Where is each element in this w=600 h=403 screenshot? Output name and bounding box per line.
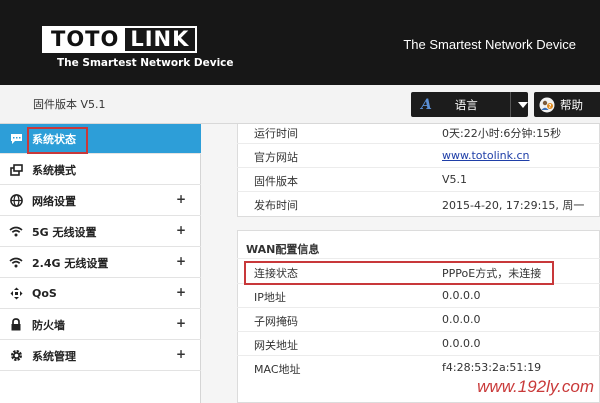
sidebar-item-qos[interactable]: QoS + bbox=[0, 279, 201, 309]
sidebar-item-label: 系统管理 bbox=[32, 349, 76, 363]
sidebar-item-2g-wireless[interactable]: 2.4G 无线设置 + bbox=[0, 248, 201, 278]
sidebar-item-network[interactable]: 网络设置 + bbox=[0, 186, 201, 216]
info-label: 运行时间 bbox=[254, 127, 298, 140]
totolink-logo[interactable]: TOTO LINK bbox=[42, 26, 198, 53]
official-website-link[interactable]: www.totolink.cn bbox=[442, 149, 530, 162]
sidebar-item-system-mode[interactable]: 系统模式 bbox=[0, 155, 201, 185]
sidebar-item-label: 5G 无线设置 bbox=[32, 225, 97, 239]
expand-plus-icon[interactable]: + bbox=[176, 285, 186, 299]
wan-value: 0.0.0.0 bbox=[442, 337, 481, 350]
row-divider bbox=[237, 167, 600, 168]
wan-value: f4:28:53:2a:51:19 bbox=[442, 361, 542, 374]
info-label: 官方网站 bbox=[254, 151, 298, 164]
wifi-icon bbox=[9, 225, 23, 239]
language-dropdown[interactable]: A 语言 bbox=[411, 92, 528, 117]
wan-label: 子网掩码 bbox=[254, 315, 298, 328]
row-divider bbox=[237, 331, 600, 332]
info-value: 0天:22小时:6分钟:15秒 bbox=[442, 127, 562, 140]
sidebar-item-label: 网络设置 bbox=[32, 194, 76, 208]
row-divider bbox=[237, 258, 600, 259]
windows-icon bbox=[9, 163, 23, 177]
sidebar-item-system-admin[interactable]: 系统管理 + bbox=[0, 341, 201, 371]
wan-info-title: WAN配置信息 bbox=[246, 243, 320, 256]
info-label: 发布时间 bbox=[254, 199, 298, 212]
highlight-box-connection-status bbox=[244, 261, 554, 285]
info-value: V5.1 bbox=[442, 173, 468, 186]
logo-text-left: TOTO bbox=[44, 28, 126, 51]
logo-text-right: LINK bbox=[130, 27, 190, 51]
firmware-version: 固件版本 V5.1 bbox=[33, 98, 106, 111]
wan-label: MAC地址 bbox=[254, 363, 301, 376]
help-user-icon: ? bbox=[539, 97, 555, 112]
expand-plus-icon[interactable]: + bbox=[176, 192, 186, 206]
row-divider bbox=[237, 143, 600, 144]
sidebar-nav: 系统状态 系统模式 网络设置 + 5G 无线设置 + 2.4G 无线设置 + Q… bbox=[0, 124, 201, 403]
watermark-text: www.192ly.com bbox=[477, 377, 594, 396]
wan-value: 0.0.0.0 bbox=[442, 313, 481, 326]
language-label: 语言 bbox=[454, 97, 478, 112]
help-label: 帮助 bbox=[560, 97, 583, 112]
globe-icon bbox=[9, 194, 23, 208]
wan-label: IP地址 bbox=[254, 291, 286, 304]
sidebar-item-firewall[interactable]: 防火墙 + bbox=[0, 310, 201, 340]
sidebar-item-5g-wireless[interactable]: 5G 无线设置 + bbox=[0, 217, 201, 247]
lock-icon bbox=[9, 318, 23, 332]
wifi-icon bbox=[9, 256, 23, 270]
expand-plus-icon[interactable]: + bbox=[176, 223, 186, 237]
svg-text:?: ? bbox=[549, 104, 552, 110]
chevron-down-icon[interactable] bbox=[518, 101, 528, 108]
help-button[interactable]: ? 帮助 bbox=[534, 92, 600, 117]
expand-plus-icon[interactable]: + bbox=[176, 254, 186, 268]
header-bar: TOTO LINK The Smartest Network Device Th… bbox=[0, 0, 600, 85]
row-divider bbox=[237, 355, 600, 356]
sidebar-item-label: 防火墙 bbox=[32, 318, 65, 332]
wan-label: 网关地址 bbox=[254, 339, 298, 352]
gear-icon bbox=[9, 349, 23, 363]
wan-value: 0.0.0.0 bbox=[442, 289, 481, 302]
highlight-box-system-status bbox=[27, 127, 88, 154]
language-icon: A bbox=[421, 96, 432, 113]
expand-plus-icon[interactable]: + bbox=[176, 347, 186, 361]
row-divider bbox=[237, 191, 600, 192]
info-label: 固件版本 bbox=[254, 175, 298, 188]
sidebar-item-label: QoS bbox=[32, 287, 57, 300]
info-value: 2015-4-20, 17:29:15, 周一 bbox=[442, 199, 585, 212]
arrows-icon bbox=[9, 287, 23, 301]
chat-icon bbox=[9, 132, 23, 146]
expand-plus-icon[interactable]: + bbox=[176, 316, 186, 330]
dropdown-divider bbox=[510, 92, 511, 117]
sidebar-item-label: 系统模式 bbox=[32, 163, 76, 177]
header-tagline: The Smartest Network Device bbox=[403, 37, 576, 52]
row-divider bbox=[237, 307, 600, 308]
logo-tagline: The Smartest Network Device bbox=[57, 57, 234, 69]
sidebar-item-label: 2.4G 无线设置 bbox=[32, 256, 109, 270]
